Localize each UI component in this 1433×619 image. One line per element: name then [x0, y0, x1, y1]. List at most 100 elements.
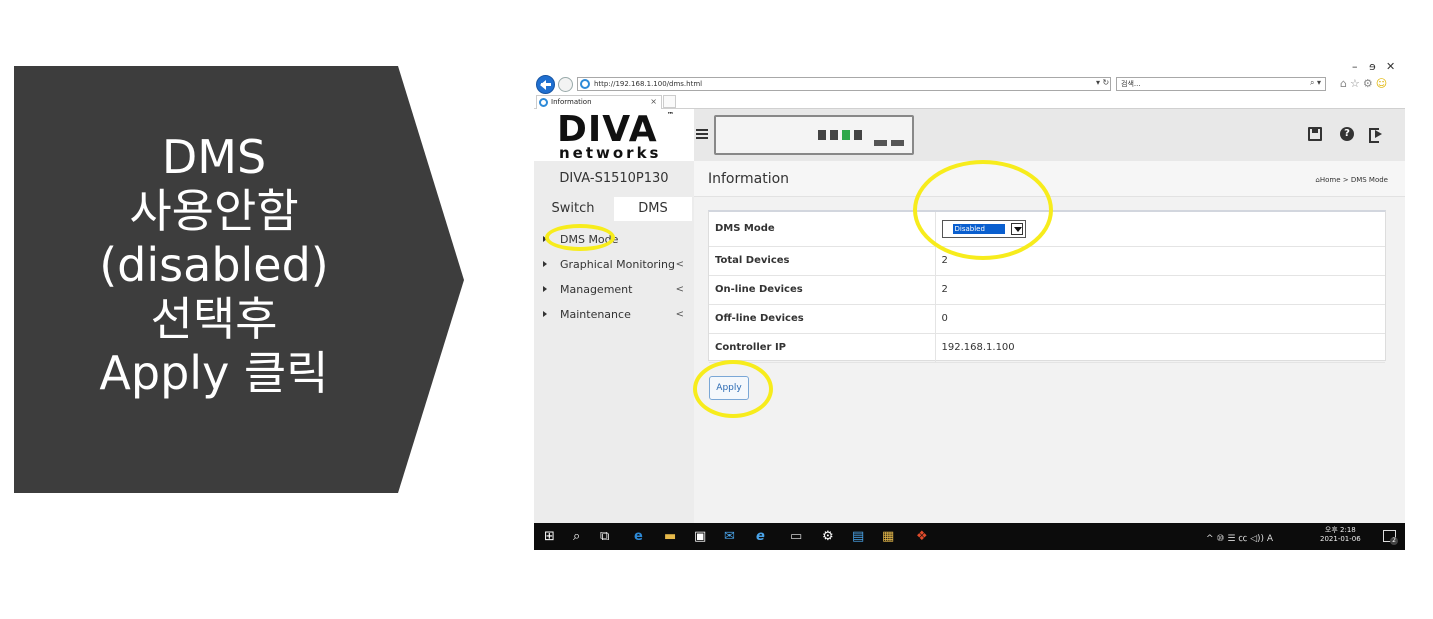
row-label: Total Devices: [709, 246, 936, 276]
remote-desktop-icon[interactable]: ▤: [852, 529, 864, 544]
app-header: DIVA ™ networks ?: [534, 109, 1405, 161]
notification-count: 2: [1390, 537, 1398, 545]
notification-icon[interactable]: 2: [1383, 530, 1398, 545]
menu-toggle-icon[interactable]: [696, 129, 708, 139]
edge-icon[interactable]: e: [634, 529, 643, 544]
sidebar-tabs: Switch DMS: [534, 197, 694, 221]
ie-icon: [580, 79, 590, 89]
sfp-port-icon: [874, 140, 887, 146]
mail-icon[interactable]: ✉: [724, 529, 735, 544]
sidebar-item-label: Maintenance: [560, 308, 631, 321]
settings-icon[interactable]: ⚙: [822, 529, 834, 544]
callout-text: DMS 사용안함 (disabled) 선택후 Apply 클릭: [14, 130, 414, 400]
logo-subtitle: networks: [559, 144, 662, 162]
callout-line: 선택후: [150, 292, 278, 346]
clock-time: 오후 2:18: [1324, 526, 1356, 534]
tab-row: Information ×: [534, 95, 1405, 109]
page-title: Information: [708, 171, 790, 187]
search-input[interactable]: 검색...: [1116, 77, 1326, 91]
row-value: 192.168.1.100: [935, 333, 1385, 363]
home-icon[interactable]: ⌂: [1340, 77, 1350, 90]
search-icon[interactable]: ⌕ ▾: [1310, 78, 1321, 88]
port-icon: [854, 130, 862, 140]
info-panel: DMS Mode Disabled Total Devices 2 On-lin…: [708, 210, 1386, 363]
system-tray[interactable]: ^ ⑩ ☰ ㏄ ◁)) A: [1206, 531, 1273, 544]
chevron-left-icon: <: [675, 284, 684, 295]
table-row: On-line Devices 2: [709, 275, 1385, 305]
caret-right-icon: [543, 311, 547, 317]
sidebar-item-graphical-monitoring[interactable]: Graphical Monitoring <: [534, 252, 694, 277]
sfp-port-icon: [891, 140, 904, 146]
breadcrumb-text: Home > DMS Mode: [1319, 176, 1388, 184]
taskbar: ⊞ ⌕ ⧉ e ▬ ▣ ✉ e ▭ ⚙ ▤ ▦ ❖ ^ ⑩ ☰ ㏄ ◁)) A …: [534, 523, 1405, 550]
tab-title: Information: [551, 98, 592, 106]
address-row: http://192.168.1.100/dms.html ▾ ↻ 검색... …: [534, 73, 1405, 95]
switch-front-panel-image: [714, 115, 914, 155]
callout-line: (disabled): [99, 238, 329, 292]
close-window-button[interactable]: ✕: [1386, 60, 1395, 73]
back-button[interactable]: [536, 75, 555, 94]
highlight-dms-mode: [545, 224, 615, 251]
port-active-icon: [842, 130, 850, 140]
close-tab-icon[interactable]: ×: [650, 96, 657, 108]
tab-switch[interactable]: Switch: [534, 197, 612, 221]
highlight-apply: [693, 360, 773, 418]
logout-icon[interactable]: [1369, 127, 1383, 143]
windows-start-icon[interactable]: ⊞: [544, 529, 555, 544]
port-icon: [830, 130, 838, 140]
tab-dms[interactable]: DMS: [614, 197, 692, 221]
callout-line: Apply 클릭: [99, 346, 329, 400]
row-label: DMS Mode: [709, 212, 936, 247]
minimize-button[interactable]: –: [1352, 60, 1358, 73]
ie-icon: [539, 98, 548, 107]
row-label: On-line Devices: [709, 275, 936, 305]
network-icon[interactable]: ▦: [882, 529, 894, 544]
smiley-icon[interactable]: ☺: [1376, 77, 1390, 90]
slide: DMS 사용안함 (disabled) 선택후 Apply 클릭 – ɘ ✕ h…: [0, 0, 1433, 619]
address-bar[interactable]: http://192.168.1.100/dms.html: [577, 77, 1111, 91]
row-value: 0: [935, 304, 1385, 334]
url-text: http://192.168.1.100/dms.html: [594, 80, 703, 88]
port-icon: [818, 130, 826, 140]
tab-information[interactable]: Information ×: [536, 95, 662, 109]
restore-button[interactable]: ɘ: [1369, 60, 1376, 73]
logo-area: DIVA ™ networks: [534, 109, 694, 161]
logo-tm: ™: [667, 111, 674, 119]
chevron-left-icon: <: [675, 259, 684, 270]
store-icon[interactable]: ▣: [694, 529, 706, 544]
info-table: DMS Mode Disabled Total Devices 2 On-lin…: [709, 212, 1385, 363]
favorites-icon[interactable]: ☆: [1350, 77, 1363, 90]
terminal-icon[interactable]: ▭: [790, 529, 802, 544]
row-label: Off-line Devices: [709, 304, 936, 334]
breadcrumb: ⌂Home > DMS Mode: [1315, 176, 1388, 184]
sidebar-item-management[interactable]: Management <: [534, 277, 694, 302]
callout-line: DMS: [161, 130, 267, 184]
help-icon[interactable]: ?: [1340, 127, 1354, 141]
caret-right-icon: [543, 286, 547, 292]
task-view-icon[interactable]: ⧉: [600, 529, 609, 544]
save-icon[interactable]: [1308, 127, 1322, 141]
sidebar-item-label: Graphical Monitoring: [560, 258, 675, 271]
file-explorer-icon[interactable]: ▬: [664, 529, 676, 544]
row-value: 2: [935, 275, 1385, 305]
toolbar-icons: ⌂☆⚙☺: [1340, 77, 1390, 90]
sidebar-item-maintenance[interactable]: Maintenance <: [534, 302, 694, 327]
clock[interactable]: 오후 2:18 2021-01-06: [1320, 526, 1361, 544]
forward-button[interactable]: [558, 77, 573, 92]
sidebar-item-label: Management: [560, 283, 633, 296]
callout-line: 사용안함: [129, 184, 299, 238]
browser-window: – ɘ ✕ http://192.168.1.100/dms.html ▾ ↻ …: [534, 58, 1405, 550]
table-row: Off-line Devices 0: [709, 304, 1385, 334]
new-tab-button[interactable]: [663, 95, 676, 108]
settings-icon[interactable]: ⚙: [1363, 77, 1376, 90]
search-icon[interactable]: ⌕: [573, 529, 580, 544]
sidebar: DIVA-S1510P130 Switch DMS DMS Mode Graph…: [534, 161, 694, 523]
app-icon[interactable]: ❖: [916, 529, 928, 544]
device-model: DIVA-S1510P130: [559, 171, 669, 186]
search-placeholder: 검색...: [1121, 80, 1141, 88]
window-titlebar: – ɘ ✕: [534, 58, 1405, 73]
ie-taskbar-icon[interactable]: e: [756, 529, 765, 544]
clock-date: 2021-01-06: [1320, 535, 1361, 543]
chevron-left-icon: <: [675, 309, 684, 320]
refresh-icon[interactable]: ▾ ↻: [1096, 78, 1109, 87]
